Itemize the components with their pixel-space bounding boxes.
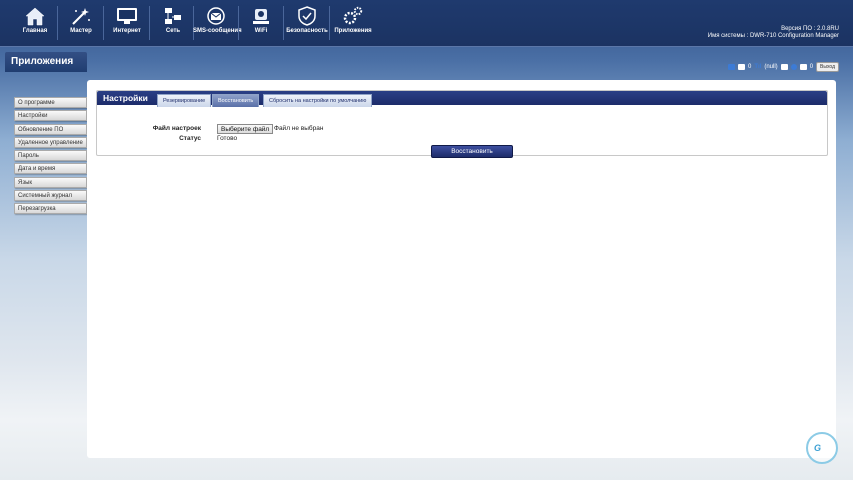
top-navigation-bar: Главная Мастер Интернет Сеть SMS-сообщен…: [0, 0, 853, 47]
sms-count: 0: [748, 64, 752, 70]
nav-wifi[interactable]: WiFi: [238, 4, 284, 44]
tab-restore[interactable]: Восстановить: [212, 94, 260, 107]
nav-security-label: Безопасность: [286, 28, 328, 34]
signal-text: (null): [764, 64, 778, 70]
sidebar-item-system-log[interactable]: Системный журнал: [14, 190, 87, 202]
status-bar: 0 Tıl (null) 0 Выход: [728, 62, 839, 72]
choose-file-button[interactable]: Выберите файл: [217, 124, 274, 134]
file-status: Файл не выбран: [274, 125, 324, 132]
network-icon: [165, 8, 181, 24]
sidebar-item-reboot[interactable]: Перезагрузка: [14, 203, 87, 215]
sidebar-item-remote-management[interactable]: Удаленное управление: [14, 136, 87, 148]
sidebar-item-about[interactable]: О программе: [14, 97, 87, 108]
restore-button[interactable]: Восстановить: [431, 145, 513, 158]
wifi-icon: [253, 9, 269, 24]
wizard-icon: [72, 8, 90, 25]
main-content-panel: Настройки Резервирование Восстановить Сб…: [87, 80, 836, 458]
nav-network-label: Сеть: [165, 28, 181, 34]
nav-network[interactable]: Сеть: [150, 4, 196, 44]
watermark-logo: G: [806, 432, 838, 464]
wifi-status-icon: [799, 64, 807, 70]
nav-wizard[interactable]: Мастер: [58, 4, 104, 44]
sms-status-icon: [738, 64, 745, 70]
sms-icon: [207, 7, 225, 25]
sidebar-item-language[interactable]: Язык: [14, 176, 87, 188]
section-title: Приложения: [5, 52, 87, 72]
nav-sms[interactable]: SMS-сообщения: [193, 4, 242, 44]
status-value: Готово: [217, 135, 238, 142]
nav-internet-label: Интернет: [113, 28, 141, 34]
nav-security[interactable]: Безопасность: [284, 4, 330, 44]
nav-wizard-label: Мастер: [70, 28, 92, 34]
sidebar-item-firmware-update[interactable]: Обновление ПО: [14, 123, 87, 135]
home-icon: [25, 7, 45, 26]
sidebar-item-settings[interactable]: Настройки: [14, 110, 87, 122]
settings-title: Настройки: [103, 93, 148, 103]
wifi-count: 0: [809, 64, 814, 70]
system-name: Имя системы : DWR-710 Configuration Mana…: [707, 33, 839, 39]
system-info: Версия ПО : 2.0.8RU Имя системы : DWR-71…: [708, 26, 839, 40]
nav-home-label: Главная: [22, 28, 48, 34]
internet-icon: [117, 8, 137, 24]
nav-sms-label: SMS-сообщения: [193, 28, 242, 34]
logout-button[interactable]: Выход: [816, 62, 839, 72]
firmware-version: Версия ПО : 2.0.8RU: [781, 26, 839, 32]
nav-apps[interactable]: Приложения: [330, 4, 376, 44]
sidebar-menu: О программе Настройки Обновление ПО Удал…: [14, 97, 87, 217]
globe-icon: [790, 64, 797, 70]
file-label: Файл настроек: [152, 125, 201, 132]
nav-home[interactable]: Главная: [12, 4, 58, 44]
nav-wifi-label: WiFi: [254, 28, 268, 34]
status-label: Статус: [179, 135, 201, 142]
apps-icon: [343, 6, 363, 25]
sidebar-item-password[interactable]: Пароль: [14, 150, 87, 162]
connection-icon: [728, 64, 735, 70]
watermark-glyph: G: [814, 443, 822, 453]
nav-apps-label: Приложения: [334, 28, 372, 34]
sidebar-item-date-time[interactable]: Дата и время: [14, 163, 87, 175]
tab-reset-defaults[interactable]: Сбросить на настройки по умолчанию: [263, 94, 373, 107]
security-icon: [298, 6, 316, 26]
battery-icon: [780, 64, 788, 70]
settings-panel: Настройки Резервирование Восстановить Сб…: [96, 90, 828, 158]
tab-backup[interactable]: Резервирование: [157, 94, 212, 107]
signal-icon: Tıl: [754, 64, 762, 70]
nav-internet[interactable]: Интернет: [104, 4, 150, 44]
